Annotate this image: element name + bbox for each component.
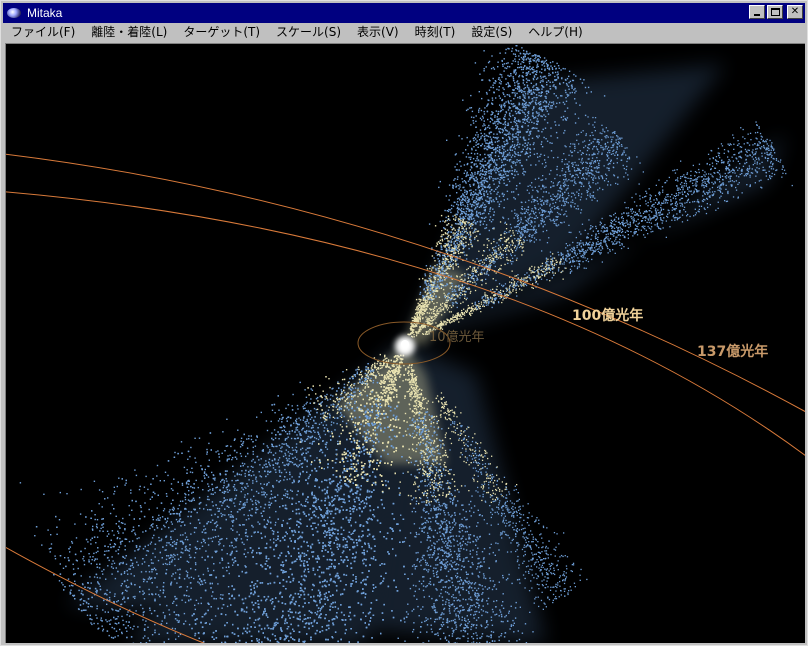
menu-file[interactable]: ファイル(F) — [3, 23, 83, 42]
observer-core — [401, 340, 409, 348]
title-bar[interactable]: Mitaka ✕ — [3, 3, 805, 23]
ring-label-10-billion-ly: 100億光年 — [572, 308, 644, 324]
maximize-button[interactable] — [767, 5, 783, 19]
minimize-button[interactable] — [749, 5, 765, 19]
menu-settings[interactable]: 設定(S) — [463, 23, 520, 42]
minimize-icon — [754, 14, 760, 16]
close-icon: ✕ — [790, 6, 800, 17]
menu-time[interactable]: 時刻(T) — [407, 23, 464, 42]
maximize-icon — [770, 8, 780, 16]
window-controls: ✕ — [749, 5, 803, 19]
universe-3d-viewport[interactable]: 10億光年 100億光年 137億光年 — [5, 43, 805, 643]
mitaka-app-icon[interactable] — [6, 5, 22, 21]
ring-label-1-billion-ly: 10億光年 — [429, 330, 485, 345]
universe-render — [6, 45, 805, 643]
menu-scale[interactable]: スケール(S) — [268, 23, 349, 42]
ring-label-13.7-billion-ly: 137億光年 — [697, 344, 769, 360]
close-button[interactable]: ✕ — [787, 5, 803, 19]
menu-view[interactable]: 表示(V) — [349, 23, 407, 42]
menu-target[interactable]: ターゲット(T) — [175, 23, 268, 42]
mitaka-window: Mitaka ✕ ファイル(F) 離陸・着陸(L) ターゲット(T) スケール(… — [0, 0, 808, 646]
menu-bar: ファイル(F) 離陸・着陸(L) ターゲット(T) スケール(S) 表示(V) … — [3, 23, 805, 42]
menu-takeoff-landing[interactable]: 離陸・着陸(L) — [83, 23, 175, 42]
menu-help[interactable]: ヘルプ(H) — [520, 23, 590, 42]
window-title: Mitaka — [27, 6, 63, 20]
galaxy-haze — [66, 64, 786, 643]
